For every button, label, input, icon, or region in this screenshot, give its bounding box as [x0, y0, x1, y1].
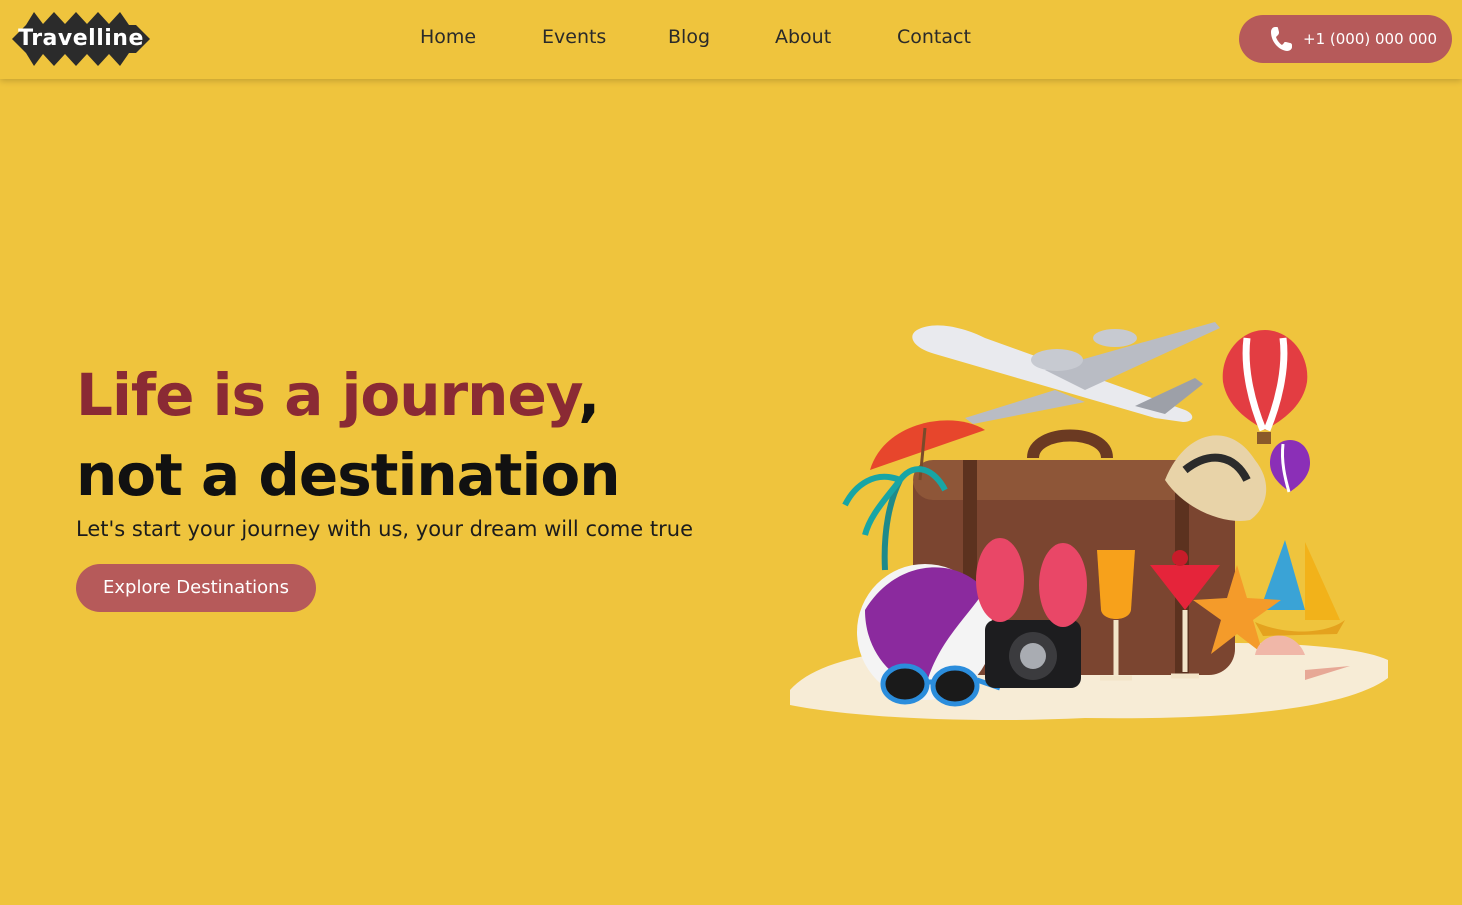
nav-events[interactable]: Events [542, 26, 606, 48]
nav-about[interactable]: About [775, 26, 831, 48]
headline-line-2: not a destination [76, 441, 621, 509]
camera-icon [985, 620, 1081, 688]
hero-headline: Life is a journey, not a destination [76, 355, 716, 515]
headline-accent: Life is a journey [76, 361, 579, 429]
sailboat-icon [1255, 540, 1345, 636]
hero-subtitle: Let's start your journey with us, your d… [76, 517, 693, 541]
nav-home[interactable]: Home [420, 26, 476, 48]
phone-call-button[interactable]: +1 (000) 000 000 [1239, 15, 1452, 63]
travel-illustration [790, 322, 1388, 721]
top-navbar: Travelline Home Events Blog About Contac… [0, 0, 1462, 79]
small-balloon-icon [1269, 440, 1311, 493]
explore-destinations-button[interactable]: Explore Destinations [76, 564, 316, 612]
nav-contact[interactable]: Contact [897, 26, 971, 48]
nav-blog[interactable]: Blog [668, 26, 710, 48]
phone-number: +1 (000) 000 000 [1303, 30, 1438, 48]
airplane-icon [912, 322, 1220, 424]
hot-air-balloon-icon [1222, 330, 1308, 444]
phone-icon [1271, 27, 1292, 51]
headline-comma: , [578, 361, 600, 429]
